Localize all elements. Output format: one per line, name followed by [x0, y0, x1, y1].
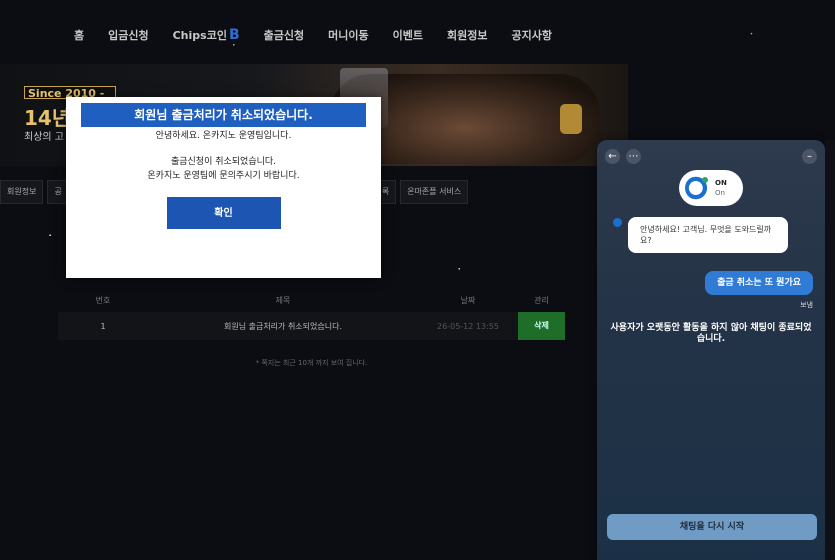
brand-text: ON On — [715, 178, 727, 198]
notice-modal: 회원님 출금처리가 취소되었습니다. 안녕하세요. 온카지노 운영팀입니다. 출… — [66, 97, 381, 278]
nav-deposit[interactable]: 입금신청 — [96, 27, 160, 43]
row-title[interactable]: 회원님 출금처리가 취소되었습니다. — [148, 321, 418, 332]
hero-watch-image — [560, 104, 582, 134]
nav-money-transfer[interactable]: 머니이동 — [316, 27, 380, 43]
nav-notice[interactable]: 공지사항 — [499, 27, 563, 43]
arrow-left-icon[interactable]: ← — [605, 148, 620, 164]
minimize-icon[interactable]: – — [802, 148, 817, 164]
modal-body-line-1: 출금신청이 취소되었습니다. — [170, 157, 277, 167]
table-note: * 쪽지는 최근 10개 까지 보여 집니다. — [255, 359, 368, 367]
brand-status: On — [715, 189, 725, 197]
sent-status: 보냄 — [800, 301, 813, 309]
row-date: 26-05-12 13:55 — [437, 321, 499, 331]
bot-message: 안녕하세요! 고객님. 무엇을 도와드릴까요? — [628, 217, 788, 253]
message-table: 번호 제목 날짜 관리 1 회원님 출금처리가 취소되었습니다. 26-05-1… — [58, 292, 565, 340]
modal-title: 회원님 출금처리가 취소되었습니다. — [81, 103, 366, 127]
hero-subtitle: 최상의 고 — [24, 132, 64, 143]
ellipsis-icon[interactable]: ⋯ — [626, 148, 641, 164]
modal-greeting: 안녕하세요. 온카지노 운영팀입니다. — [155, 131, 292, 141]
col-manage: 관리 — [534, 295, 549, 305]
nav-event[interactable]: 이벤트 — [381, 27, 435, 43]
nav-chips-coin[interactable]: Chips코인 B — [161, 27, 252, 43]
nav-withdraw[interactable]: 출금신청 — [252, 27, 316, 43]
modal-body: 출금신청이 취소되었습니다. 온카지노 운영팀에 문의주시기 바랍니다. — [66, 155, 381, 183]
hero-years: 14년 — [24, 106, 71, 130]
table-header: 번호 제목 날짜 관리 — [58, 292, 565, 308]
sub-tab-service[interactable]: 온마존플 서비스 — [400, 180, 469, 204]
chat-toolbar: ← ⋯ – — [605, 148, 817, 164]
bot-avatar-icon — [613, 218, 622, 227]
chat-widget: ← ⋯ – ON On 안녕하세요! 고객님. 무엇을 도와드릴까요? 출금 취… — [597, 140, 825, 560]
brand-logo-icon — [685, 176, 709, 200]
table-row[interactable]: 1 회원님 출금처리가 취소되었습니다. 26-05-12 13:55 삭제 — [58, 312, 565, 340]
scrollbar[interactable] — [825, 140, 835, 560]
delete-button[interactable]: 삭제 — [518, 312, 565, 340]
col-date: 날짜 — [460, 295, 476, 305]
restart-chat-button[interactable]: 채팅을 다시 시작 — [607, 514, 817, 540]
row-number: 1 — [100, 321, 106, 331]
confirm-button[interactable]: 확인 — [166, 197, 281, 229]
chat-brand: ON On — [679, 170, 743, 206]
main-nav: 홈 입금신청 Chips코인 B 출금신청 머니이동 이벤트 회원정보 공지사항 — [62, 22, 564, 48]
col-number: 번호 — [95, 295, 111, 305]
modal-body-line-2: 온카지노 운영팀에 문의주시기 바랍니다. — [147, 171, 300, 181]
brand-name: ON — [715, 179, 727, 187]
chips-coin-badge-icon: B — [228, 27, 240, 43]
nav-member-info[interactable]: 회원정보 — [435, 27, 499, 43]
nav-home[interactable]: 홈 — [62, 27, 96, 43]
nav-chips-coin-label: Chips코인 — [172, 29, 227, 42]
system-message: 사용자가 오랫동안 활동을 하지 않아 채팅이 종료되었습니다. — [610, 323, 812, 344]
user-message: 출금 취소는 또 뭔가요 — [705, 271, 813, 295]
sub-tab-member-info[interactable]: 회원정보 — [0, 180, 44, 204]
col-title: 제목 — [275, 295, 291, 305]
